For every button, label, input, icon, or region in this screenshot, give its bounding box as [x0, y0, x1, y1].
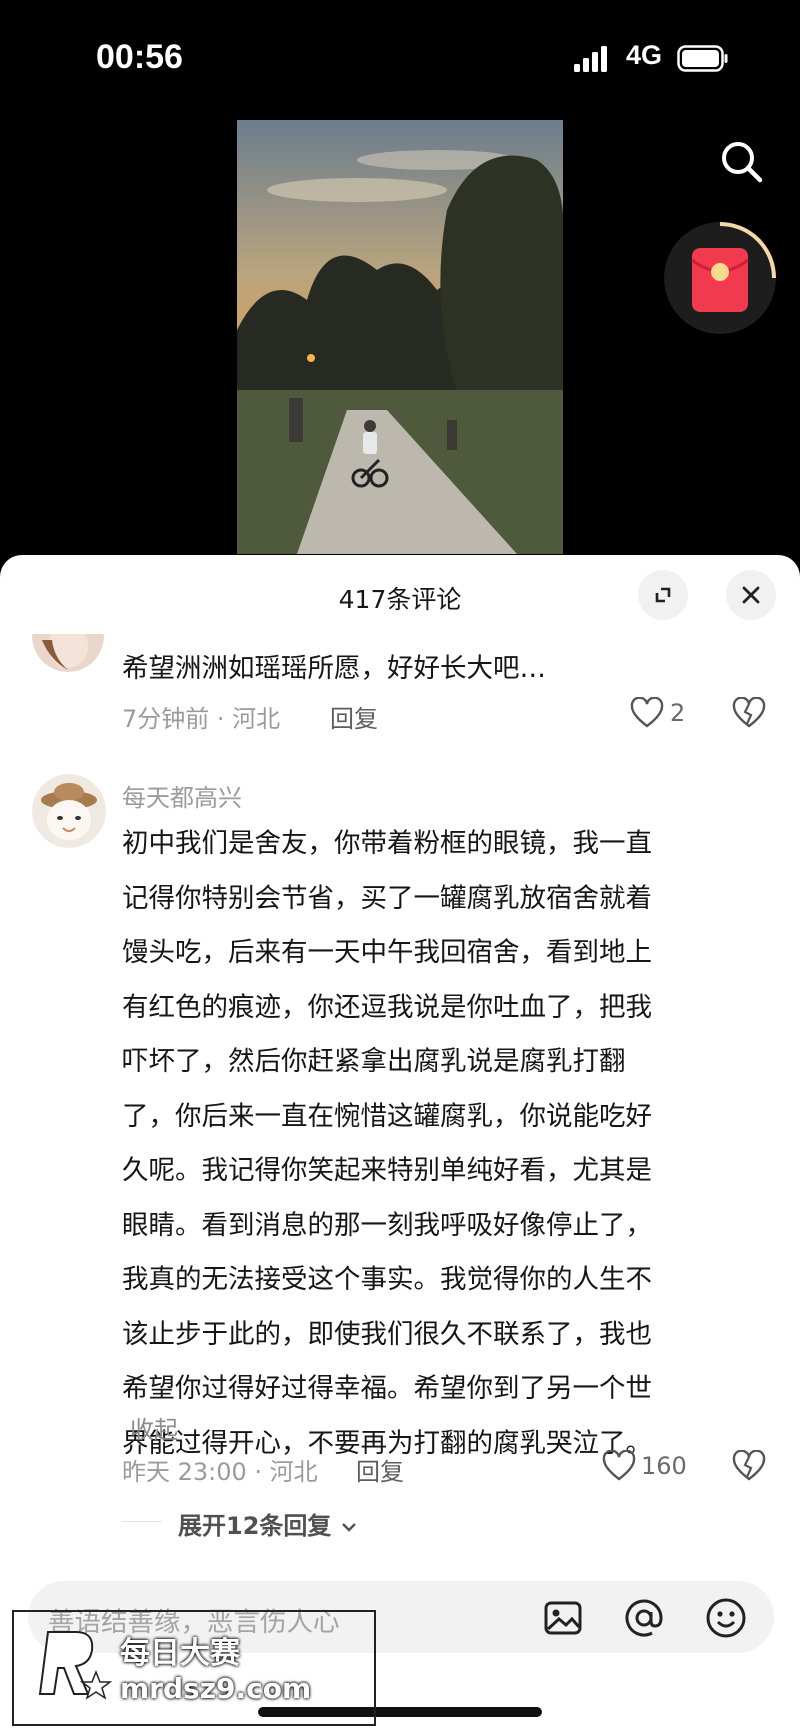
emoji-icon[interactable]	[704, 1596, 748, 1640]
watermark-url: mrdsz9.com	[120, 1672, 312, 1705]
comment-meta: 7分钟前 · 河北	[122, 705, 281, 733]
username[interactable]: 每天都高兴	[122, 778, 242, 813]
at-icon[interactable]	[622, 1596, 666, 1640]
network-label: 4G	[626, 40, 663, 70]
comment-text: 初中我们是舍友，你带着粉框的眼镜，我一直 记得你特别会节省，买了一罐腐乳放宿舍就…	[122, 817, 742, 1471]
watermark-logo	[38, 1631, 113, 1700]
expand-icon	[655, 587, 671, 603]
watermark-title: 每日大赛	[120, 1636, 240, 1671]
expand-replies-button[interactable]: 展开12条回复	[178, 1506, 358, 1541]
avatar[interactable]	[32, 774, 106, 848]
close-icon	[742, 586, 760, 604]
reply-button[interactable]: 回复	[356, 1452, 404, 1487]
comment-text: 希望洲洲如瑶瑶所愿，好好长大吧…	[122, 653, 546, 684]
status-time: 00:56	[96, 38, 183, 76]
comment-line: 我真的无法接受这个事实。我觉得你的人生不	[122, 1264, 652, 1295]
reply-button[interactable]: 回复	[330, 699, 378, 734]
heart-icon[interactable]	[602, 1450, 636, 1482]
comment-line: 记得你特别会节省，买了一罐腐乳放宿舍就着	[122, 882, 652, 914]
comment-line: 馒头吃，后来有一天中午我回宿舍，看到地上	[122, 937, 652, 968]
chevron-down-icon	[341, 1523, 356, 1532]
expand-sheet-button[interactable]	[638, 570, 688, 620]
comment-line: 久呢。我记得你笑起来特别单纯好看，尤其是	[122, 1155, 652, 1186]
signal-icon	[574, 46, 607, 72]
like-count: 2	[670, 699, 686, 727]
search-icon[interactable]	[716, 136, 768, 188]
dislike-icon[interactable]	[732, 697, 766, 729]
expand-replies-label: 展开12条回复	[178, 1512, 332, 1540]
divider	[122, 1521, 162, 1522]
red-packet-icon[interactable]	[662, 220, 778, 336]
comment-line: 了，你后来一直在惋惜这罐腐乳，你说能吃好	[122, 1100, 652, 1132]
comment-meta: 昨天 23:00 · 河北	[122, 1458, 318, 1486]
dislike-icon[interactable]	[732, 1450, 766, 1482]
sunset-video-frame	[237, 120, 563, 554]
battery-icon	[677, 45, 728, 72]
comment-line: 希望你过得好过得幸福。希望你到了另一个世	[122, 1373, 652, 1404]
comment-line: 吓坏了，然后你赶紧拿出腐乳说是腐乳打翻	[122, 1046, 626, 1077]
comment-line: 该止步于此的，即使我们很久不联系了，我也	[122, 1318, 652, 1350]
comment-line: 有红色的痕迹，你还逗我说是你吐血了，把我	[122, 991, 652, 1023]
heart-icon[interactable]	[630, 697, 664, 729]
close-sheet-button[interactable]	[726, 570, 776, 620]
video-player[interactable]	[237, 120, 563, 554]
collapse-button[interactable]: 收起	[130, 1410, 178, 1445]
comment-line: 眼睛。看到消息的那一刻我呼吸好像停止了，	[122, 1209, 652, 1241]
like-count: 160	[641, 1452, 687, 1480]
comment-line: 初中我们是舍友，你带着粉框的眼镜，我一直	[122, 828, 652, 859]
image-icon[interactable]	[542, 1597, 584, 1639]
